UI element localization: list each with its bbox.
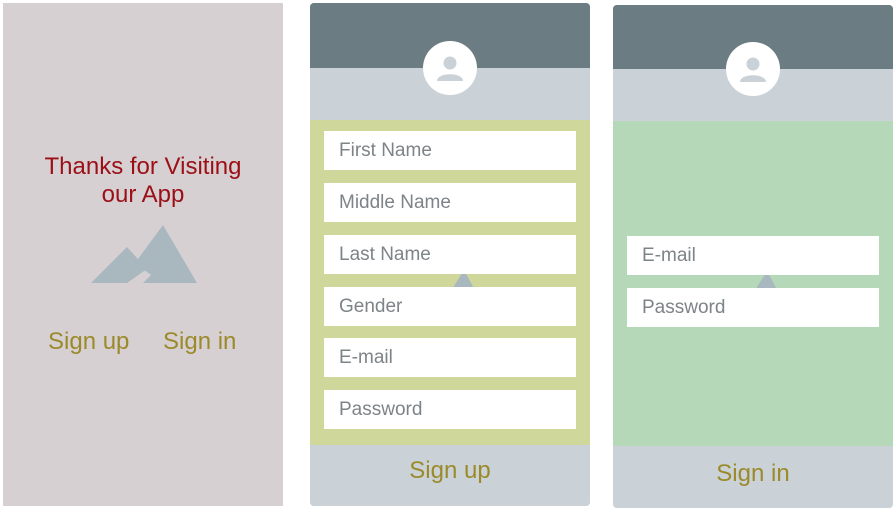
welcome-screen: Thanks for Visiting our App Sign up Sign… (3, 3, 283, 506)
user-icon (437, 56, 463, 81)
password-field[interactable]: Password (627, 288, 879, 327)
signup-screen: First Name Middle Name Last Name Gender … (310, 3, 590, 506)
mountain-icon (91, 225, 197, 283)
welcome-title-line2: our App (101, 181, 185, 208)
signup-footer: Sign up (310, 445, 590, 506)
welcome-title: Thanks for Visiting our App (3, 153, 283, 209)
signup-avatar (423, 41, 477, 95)
signin-avatar (726, 42, 780, 96)
middle-name-field[interactable]: Middle Name (324, 183, 576, 222)
signin-link[interactable]: Sign in (163, 328, 236, 356)
signin-footer: Sign in (613, 446, 893, 508)
signup-link[interactable]: Sign up (48, 328, 129, 356)
signin-screen: E-mail Password Sign in (613, 5, 893, 508)
email-field[interactable]: E-mail (627, 236, 879, 275)
last-name-field[interactable]: Last Name (324, 235, 576, 274)
signin-form: E-mail Password (613, 121, 893, 446)
welcome-title-line1: Thanks for Visiting (44, 153, 242, 180)
first-name-field[interactable]: First Name (324, 131, 576, 170)
signup-form: First Name Middle Name Last Name Gender … (310, 120, 590, 445)
password-field[interactable]: Password (324, 390, 576, 429)
gender-field[interactable]: Gender (324, 287, 576, 326)
signup-button[interactable]: Sign up (310, 457, 590, 485)
user-icon (740, 57, 766, 82)
email-field[interactable]: E-mail (324, 338, 576, 377)
signin-button[interactable]: Sign in (613, 460, 893, 488)
